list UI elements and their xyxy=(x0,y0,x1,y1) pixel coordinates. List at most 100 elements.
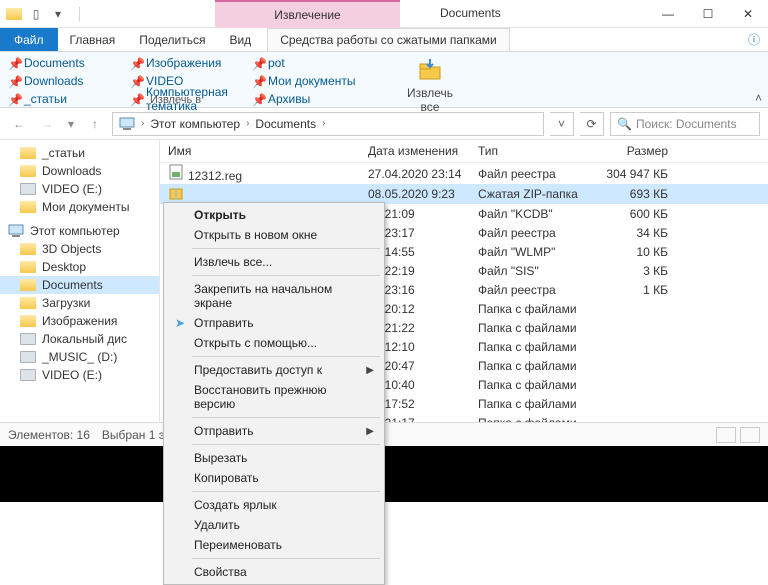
folder-icon xyxy=(20,297,36,309)
menu-compressed-tools[interactable]: Средства работы со сжатыми папками xyxy=(267,28,510,51)
menu-file[interactable]: Файл xyxy=(0,28,58,51)
view-icons-button[interactable] xyxy=(740,427,760,443)
folder-icon xyxy=(20,261,36,273)
pin-icon: 📌 xyxy=(252,57,264,69)
ctx-copy[interactable]: Копировать xyxy=(166,468,382,488)
nav-pc-item[interactable]: 3D Objects xyxy=(0,240,159,258)
nav-up-button[interactable]: ↑ xyxy=(84,113,106,135)
navigation-pane[interactable]: _статьиDownloadsVIDEO (E:)Мои документыЭ… xyxy=(0,140,160,422)
nav-quick-access-item[interactable]: Downloads xyxy=(0,162,159,180)
ctx-grant-access[interactable]: Предоставить доступ к▶ xyxy=(166,360,382,380)
ctx-open-new-window[interactable]: Открыть в новом окне xyxy=(166,225,382,245)
column-size[interactable]: Размер xyxy=(598,144,668,158)
ribbon: 📌Documents📌Изображения📌pot📌Downloads📌VID… xyxy=(0,52,768,108)
ctx-separator xyxy=(192,417,380,418)
chevron-icon[interactable]: › xyxy=(322,118,325,129)
pin-icon: 📌 xyxy=(252,93,264,105)
ribbon-pinned-folder[interactable]: 📌pot xyxy=(252,54,372,72)
nav-pc-item[interactable]: Documents xyxy=(0,276,159,294)
close-button[interactable]: ✕ xyxy=(728,0,768,28)
ribbon-group-label: Извлечь в xyxy=(150,94,201,106)
address-dropdown-button[interactable]: ˅ xyxy=(550,112,574,136)
ctx-separator xyxy=(192,248,380,249)
ctx-send-to[interactable]: Отправить▶ xyxy=(166,421,382,441)
qat-dropdown-icon[interactable]: ▾ xyxy=(50,6,66,22)
chevron-icon[interactable]: › xyxy=(246,118,249,129)
pc-icon xyxy=(8,224,24,238)
nav-forward-button[interactable]: → xyxy=(36,113,58,135)
ctx-create-shortcut[interactable]: Создать ярлык xyxy=(166,495,382,515)
search-placeholder: Поиск: Documents xyxy=(636,117,737,131)
nav-this-pc[interactable]: Этот компьютер xyxy=(0,222,159,240)
column-name[interactable]: Имя xyxy=(168,144,368,158)
folder-icon xyxy=(20,243,36,255)
ctx-open-with[interactable]: Открыть с помощью... xyxy=(166,333,382,353)
pc-icon xyxy=(119,117,135,131)
ribbon-pinned-folder[interactable]: 📌Documents xyxy=(8,54,128,72)
ribbon-pinned-folder[interactable]: 📌Мои документы xyxy=(252,72,372,90)
breadcrumb-root[interactable]: Этот компьютер xyxy=(150,117,240,131)
menu-bar: Файл Главная Поделиться Вид Средства раб… xyxy=(0,28,768,52)
ctx-restore-previous[interactable]: Восстановить прежнюю версию xyxy=(166,380,382,414)
contextual-tab-extract[interactable]: Извлечение xyxy=(215,0,400,28)
ribbon-pinned-folder[interactable]: 📌Архивы xyxy=(252,90,372,108)
nav-quick-access-item[interactable]: Мои документы xyxy=(0,198,159,216)
file-icon xyxy=(168,164,184,180)
nav-pc-item[interactable]: VIDEO (E:) xyxy=(0,366,159,384)
column-date[interactable]: Дата изменения xyxy=(368,144,478,158)
extract-all-button[interactable]: Извлечь все xyxy=(405,56,455,114)
qat-separator: │ xyxy=(72,6,88,22)
folder-icon xyxy=(20,279,36,291)
nav-pc-item[interactable]: Desktop xyxy=(0,258,159,276)
properties-icon[interactable]: ▯ xyxy=(28,6,44,22)
ctx-properties[interactable]: Свойства xyxy=(166,562,382,582)
window-controls: — ☐ ✕ xyxy=(648,0,768,28)
menu-home[interactable]: Главная xyxy=(58,28,128,51)
ctx-rename[interactable]: Переименовать xyxy=(166,535,382,555)
nav-recent-dropdown[interactable]: ▾ xyxy=(64,113,78,135)
address-bar[interactable]: › Этот компьютер › Documents › xyxy=(112,112,544,136)
collapse-ribbon-icon[interactable]: ˄ xyxy=(755,91,762,105)
ctx-open[interactable]: Открыть xyxy=(166,205,382,225)
ctx-cut[interactable]: Вырезать xyxy=(166,448,382,468)
pin-icon: 📌 xyxy=(130,93,142,105)
ctx-pin-start[interactable]: Закрепить на начальном экране xyxy=(166,279,382,313)
submenu-arrow-icon: ▶ xyxy=(366,426,374,437)
pin-icon: 📌 xyxy=(130,57,142,69)
ribbon-pinned-folder[interactable]: 📌Изображения xyxy=(130,54,250,72)
extract-icon xyxy=(416,56,444,84)
view-details-button[interactable] xyxy=(716,427,736,443)
search-input[interactable]: 🔍 Поиск: Documents xyxy=(610,112,760,136)
nav-pc-item[interactable]: _MUSIC_ (D:) xyxy=(0,348,159,366)
file-row[interactable]: 08.05.2020 9:23Сжатая ZIP-папка693 КБ xyxy=(160,184,768,204)
nav-back-button[interactable]: ← xyxy=(8,113,30,135)
ctx-delete[interactable]: Удалить xyxy=(166,515,382,535)
column-headers[interactable]: Имя Дата изменения Тип Размер xyxy=(160,140,768,163)
address-bar-row: ← → ▾ ↑ › Этот компьютер › Documents › ˅… xyxy=(0,108,768,140)
file-icon xyxy=(168,185,184,201)
file-row[interactable]: 12312.reg27.04.2020 23:14Файл реестра304… xyxy=(160,163,768,184)
refresh-button[interactable]: ⟳ xyxy=(580,112,604,136)
ribbon-pinned-folder[interactable]: 📌_статьи xyxy=(8,90,128,108)
maximize-button[interactable]: ☐ xyxy=(688,0,728,28)
chevron-icon[interactable]: › xyxy=(141,118,144,129)
menu-view[interactable]: Вид xyxy=(217,28,263,51)
nav-pc-item[interactable]: Загрузки xyxy=(0,294,159,312)
ctx-extract-all[interactable]: Извлечь все... xyxy=(166,252,382,272)
nav-quick-access-item[interactable]: _статьи xyxy=(0,144,159,162)
pin-icon: 📌 xyxy=(8,57,20,69)
nav-quick-access-item[interactable]: VIDEO (E:) xyxy=(0,180,159,198)
nav-pc-item[interactable]: Изображения xyxy=(0,312,159,330)
breadcrumb-folder[interactable]: Documents xyxy=(255,117,316,131)
minimize-button[interactable]: — xyxy=(648,0,688,28)
nav-pc-item[interactable]: Локальный дис xyxy=(0,330,159,348)
quick-access-toolbar: ▯ ▾ │ xyxy=(0,6,94,22)
folder-icon xyxy=(20,333,36,345)
menu-share[interactable]: Поделиться xyxy=(127,28,217,51)
folder-icon xyxy=(6,6,22,22)
ribbon-pinned-folder[interactable]: 📌Downloads xyxy=(8,72,128,90)
ribbon-help-icon[interactable]: ⓘ xyxy=(740,28,768,51)
column-type[interactable]: Тип xyxy=(478,144,598,158)
ctx-send[interactable]: ➤ Отправить xyxy=(166,313,382,333)
folder-icon xyxy=(20,147,36,159)
